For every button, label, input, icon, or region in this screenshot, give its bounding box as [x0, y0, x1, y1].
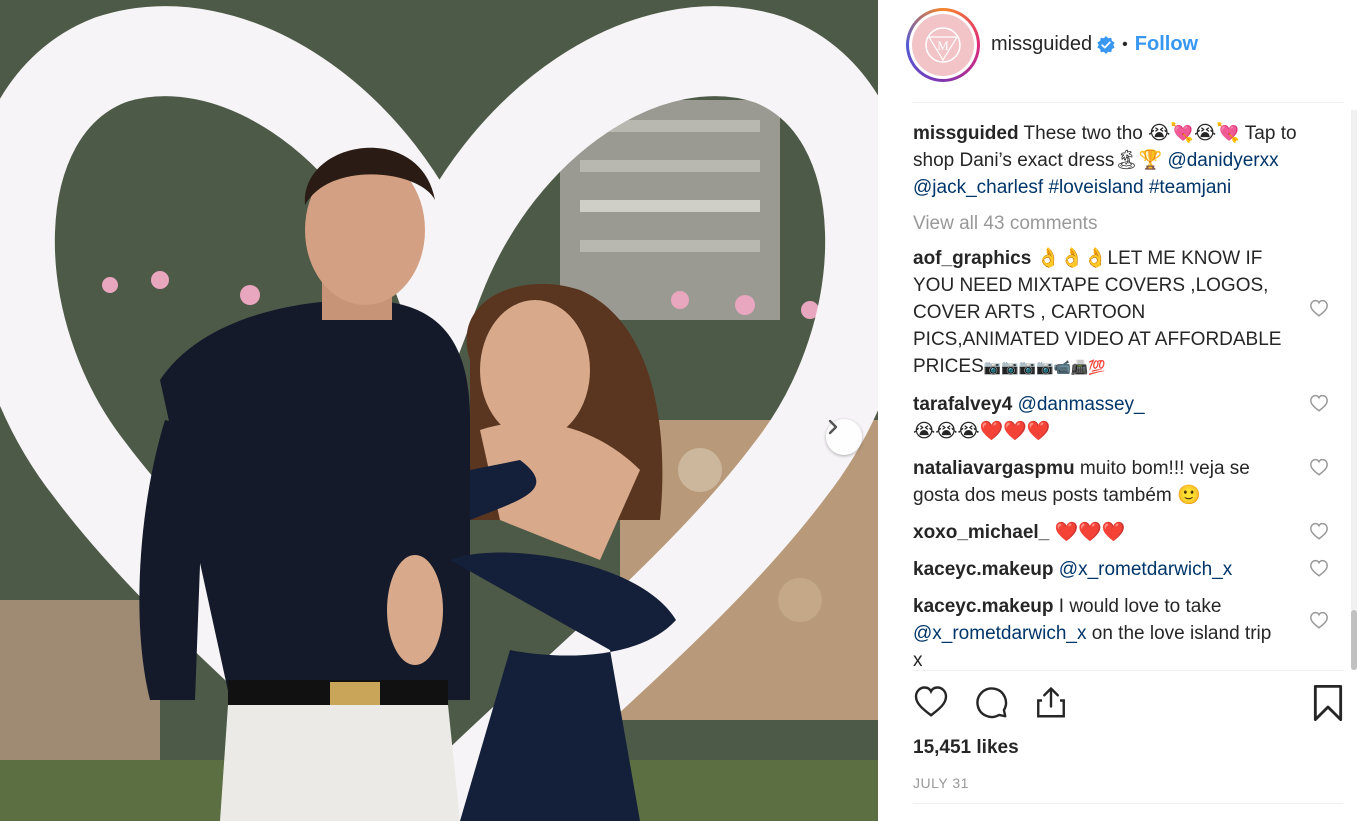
comment-mention-link[interactable]: @danmassey_ — [1018, 394, 1145, 415]
scrollbar-thumb[interactable] — [1351, 610, 1357, 670]
verified-badge-icon — [1097, 35, 1115, 54]
svg-text:M: M — [937, 38, 949, 53]
share-icon[interactable] — [1033, 684, 1069, 725]
chevron-right-icon — [828, 419, 838, 435]
comment-item: tarafalvey4 @danmassey_ 😭😭😭❤️❤️❤️ — [913, 391, 1343, 445]
likes-count-link[interactable]: 15,451 likes — [913, 737, 1019, 759]
comment-mention-link[interactable]: @x_rometdarwich_x — [1059, 559, 1232, 580]
caption-mention-2[interactable]: @jack_charlesf — [913, 177, 1043, 198]
comment-like-heart-icon[interactable] — [1309, 558, 1329, 585]
bottom-divider — [913, 803, 1343, 804]
follow-button[interactable]: Follow — [1135, 33, 1198, 56]
author-username-link[interactable]: missguided — [991, 33, 1092, 56]
separator-dot: • — [1122, 35, 1128, 53]
comment-item: nataliavargaspmu muito bom!!! veja se go… — [913, 455, 1343, 509]
view-all-comments-link[interactable]: View all 43 comments — [913, 213, 1343, 235]
comment-mention-link[interactable]: @x_rometdarwich_x — [913, 623, 1086, 644]
comment-item: aof_graphics 👌👌👌LET ME KNOW IF YOU NEED … — [913, 245, 1343, 381]
comment-emoji: 🙂 — [1177, 485, 1201, 506]
caption-hashtag-1[interactable]: #loveisland — [1048, 177, 1143, 198]
comments-list[interactable]: missguided These two tho 😭💘😭💘 Tap to sho… — [913, 120, 1343, 670]
comment-item: kaceyc.makeup I would love to take @x_ro… — [913, 593, 1343, 670]
comment-icon[interactable] — [973, 684, 1009, 725]
post-date[interactable]: JULY 31 — [913, 775, 969, 791]
comment-username-link[interactable]: xoxo_michael_ — [913, 522, 1049, 543]
comment-text: I would love to take — [1058, 596, 1222, 617]
like-heart-icon[interactable] — [913, 684, 949, 723]
caption-hashtag-2[interactable]: #teamjani — [1149, 177, 1231, 198]
caption-mention-1[interactable]: @danidyerxx — [1167, 150, 1278, 171]
post-author: missguided • Follow — [991, 33, 1198, 56]
post-header: M missguided • Follow — [878, 0, 1359, 102]
comment-emoji: 😭😭😭❤️❤️❤️ — [913, 421, 1051, 442]
caption-text-a: These two tho — [1023, 123, 1143, 144]
comment-emoji: 📷📷📷📷📹📠💯 — [983, 359, 1106, 375]
comment-username-link[interactable]: tarafalvey4 — [913, 394, 1012, 415]
comment-like-heart-icon[interactable] — [1309, 610, 1329, 637]
comments-scrollbar[interactable] — [1351, 110, 1357, 670]
comment-username-link[interactable]: aof_graphics — [913, 248, 1031, 269]
comment-like-heart-icon[interactable] — [1309, 393, 1329, 420]
caption-username-link[interactable]: missguided — [913, 123, 1019, 144]
post-photo[interactable] — [0, 0, 878, 821]
comment-username-link[interactable]: nataliavargaspmu — [913, 458, 1075, 479]
avatar-story-ring[interactable]: M — [906, 8, 980, 82]
comment-username-link[interactable]: kaceyc.makeup — [913, 596, 1054, 617]
comment-item: xoxo_michael_ ❤️❤️❤️ — [913, 519, 1343, 546]
post-actions — [913, 684, 1343, 728]
comment-username-link[interactable]: kaceyc.makeup — [913, 559, 1054, 580]
missguided-logo-icon: M — [925, 27, 961, 63]
bookmark-icon[interactable] — [1311, 684, 1345, 727]
actions-divider — [913, 670, 1343, 671]
caption-emoji-b: 🏝🏆 — [1114, 150, 1163, 171]
comment-item: kaceyc.makeup @x_rometdarwich_x — [913, 556, 1343, 583]
comment-like-heart-icon[interactable] — [1309, 298, 1329, 325]
post-sidebar: M missguided • Follow missguided These t… — [878, 0, 1359, 821]
comment-emoji: ❤️❤️❤️ — [1054, 522, 1126, 543]
next-photo-button[interactable] — [826, 419, 862, 455]
comment-like-heart-icon[interactable] — [1309, 521, 1329, 548]
header-divider — [913, 102, 1343, 103]
comment-emoji: 👌👌👌 — [1036, 248, 1108, 269]
comment-like-heart-icon[interactable] — [1309, 457, 1329, 484]
post-caption: missguided These two tho 😭💘😭💘 Tap to sho… — [913, 120, 1343, 201]
avatar: M — [912, 14, 974, 76]
photo-illustration — [0, 0, 878, 821]
caption-emoji-a: 😭💘😭💘 — [1148, 123, 1240, 144]
